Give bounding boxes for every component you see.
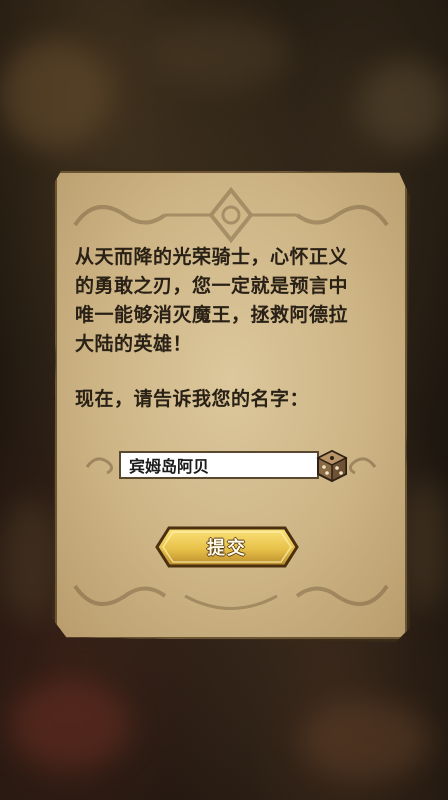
bottom-ornament [73, 584, 389, 610]
game-screen: 从天而降的光荣骑士，心怀正义 的勇敢之刃，您一定就是预言中 唯一能够消灭魔王，拯… [0, 0, 448, 800]
dice-icon [316, 449, 348, 483]
background-glow [150, 20, 290, 90]
name-input[interactable] [119, 451, 319, 479]
story-line: 的勇敢之刃，您一定就是预言中 [75, 275, 349, 297]
submit-button[interactable]: 提交 [155, 526, 299, 568]
background-glow [0, 500, 60, 620]
background-glow [300, 700, 430, 780]
top-ornament [73, 186, 389, 244]
story-line: 大陆的英雄！ [75, 333, 193, 355]
background-glow [360, 60, 448, 150]
name-prompt: 现在，请告诉我您的名字： [75, 388, 310, 410]
name-entry-row [83, 449, 379, 485]
background-glow [0, 40, 110, 150]
story-text: 从天而降的光荣骑士，心怀正义 的勇敢之刃，您一定就是预言中 唯一能够消灭魔王，拯… [75, 243, 395, 359]
submit-button-label: 提交 [207, 538, 247, 559]
story-line: 唯一能够消灭魔王，拯救阿德拉 [75, 304, 349, 326]
name-dialog: 从天而降的光荣骑士，心怀正义 的勇敢之刃，您一定就是预言中 唯一能够消灭魔王，拯… [52, 168, 410, 642]
story-line: 从天而降的光荣骑士，心怀正义 [75, 246, 349, 268]
background-glow [10, 680, 130, 770]
random-name-button[interactable] [315, 449, 349, 483]
